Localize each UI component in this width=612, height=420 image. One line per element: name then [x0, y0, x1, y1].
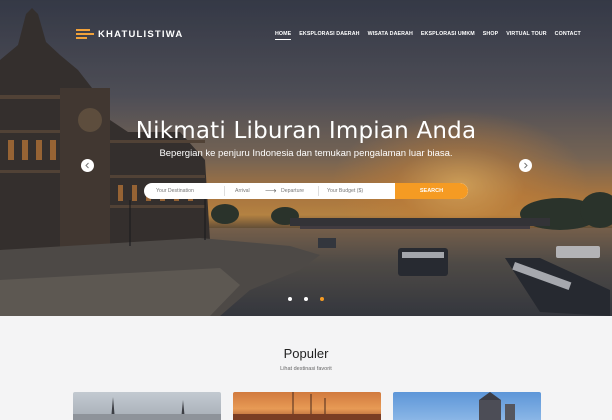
- departure-input[interactable]: Departure: [281, 183, 321, 199]
- section-title: Populer: [283, 346, 329, 361]
- nav-item-shop[interactable]: SHOP: [483, 31, 498, 40]
- nav-item-home[interactable]: HOME: [275, 31, 292, 40]
- nav-item-virtual-tour[interactable]: VIRTUAL TOUR: [506, 31, 546, 40]
- hero-subtitle: Bepergian ke penjuru Indonesia dan temuk…: [159, 148, 453, 159]
- slider-prev-button[interactable]: [81, 159, 94, 172]
- slider-next-button[interactable]: [519, 159, 532, 172]
- nav-item-contact[interactable]: CONTACT: [555, 31, 581, 40]
- brand-logo[interactable]: KHATULISTIWA: [76, 27, 183, 41]
- chevron-right-icon: [524, 162, 528, 169]
- section-subtitle: Lihat destinasi favorit: [280, 366, 332, 372]
- slider-dot-3[interactable]: [320, 297, 324, 301]
- divider: [224, 186, 225, 196]
- divider: [318, 186, 319, 196]
- hero-title: Nikmati Liburan Impian Anda: [135, 118, 477, 144]
- nav-item-eksplorasi-umkm[interactable]: EKSPLORASI UMKM: [421, 31, 475, 40]
- budget-input[interactable]: Your Budget ($): [327, 183, 397, 199]
- nav-item-eksplorasi-daerah[interactable]: EKSPLORASI DAERAH: [299, 31, 359, 40]
- arrival-input[interactable]: Arrival: [235, 183, 265, 199]
- slider-dots: [288, 297, 324, 301]
- chevron-left-icon: [85, 162, 89, 169]
- brand-name: KHATULISTIWA: [98, 28, 184, 40]
- destination-card[interactable]: [393, 392, 541, 420]
- destination-image: [233, 392, 381, 420]
- search-bar: Your Destination Arrival ⟶ Departure You…: [144, 183, 468, 199]
- nav-item-wisata-daerah[interactable]: WISATA DAERAH: [368, 31, 413, 40]
- arrow-right-icon: ⟶: [265, 186, 277, 195]
- destination-card[interactable]: [233, 392, 381, 420]
- destination-image: [479, 392, 515, 420]
- slider-dot-2[interactable]: [304, 297, 308, 301]
- logo-mark-icon: [76, 29, 94, 39]
- destination-card[interactable]: [73, 392, 221, 420]
- search-button[interactable]: SEARCH: [395, 183, 468, 199]
- main-menu: HOME EKSPLORASI DAERAH WISATA DAERAH EKS…: [275, 31, 581, 40]
- destination-input[interactable]: Your Destination: [156, 183, 226, 199]
- slider-dot-1[interactable]: [288, 297, 292, 301]
- destination-image: [73, 397, 221, 420]
- top-navbar: KHATULISTIWA HOME EKSPLORASI DAERAH WISA…: [0, 0, 612, 60]
